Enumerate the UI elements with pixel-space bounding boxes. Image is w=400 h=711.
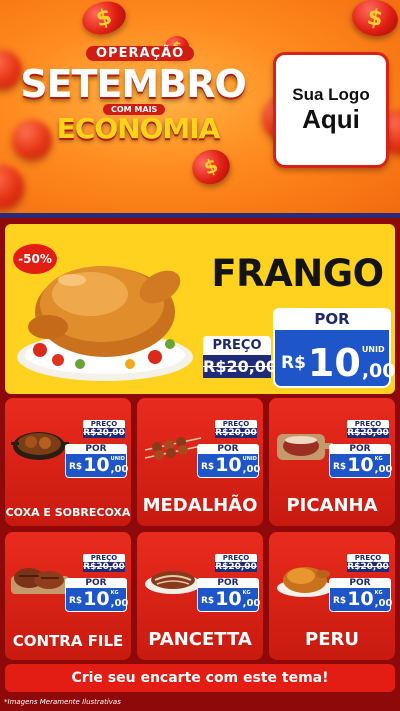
- hero-product-name: FRANGO: [211, 252, 384, 295]
- old-price: R$20,00: [203, 355, 278, 378]
- product-name: MEDALHÃO: [142, 495, 258, 516]
- old-price-box: PREÇO R$20,00: [347, 420, 389, 438]
- campaign-header: $ $ $ $ OPERAÇÃO SETEMBRO COM MAIS ECONO…: [0, 0, 400, 215]
- hero-offer: -50% FRANGO PREÇO R$20,00 POR R$ 10 UNID…: [5, 224, 395, 394]
- logo-line2: Aqui: [302, 104, 360, 135]
- new-price-box: POR R$ 10 UNID ,00: [65, 444, 128, 478]
- new-price-box: POR R$ 10 KG ,00: [65, 578, 128, 612]
- old-price-box: PREÇO R$20,00: [83, 554, 125, 572]
- product-name: PANCETTA: [148, 629, 252, 650]
- new-price-box: POR R$ 10 KG ,00: [329, 444, 392, 478]
- old-price-box: PREÇO R$20,00: [215, 554, 257, 572]
- cta-banner[interactable]: Crie seu encarte com este tema!: [5, 664, 395, 692]
- hero-old-price: PREÇO R$20,00: [203, 336, 278, 378]
- coin-icon: [0, 165, 24, 209]
- discount-badge: -50%: [13, 244, 57, 274]
- product-card: PREÇO R$20,00 POR R$ 10 KG ,00 PERU: [269, 532, 395, 660]
- old-price-box: PREÇO R$20,00: [215, 420, 257, 438]
- old-price-box: PREÇO R$20,00: [347, 554, 389, 572]
- product-name: COXA E SOBRECOXA: [5, 505, 131, 519]
- campaign-title-main: SETEMBRO: [20, 62, 247, 106]
- price-decimal: ,00: [361, 360, 395, 382]
- product-card: PREÇO R$20,00 POR R$ 10 UNID ,00 COXA E SOBR…: [5, 398, 131, 526]
- logo-line1: Sua Logo: [292, 85, 370, 105]
- disclaimer: *Imagens Meramente Ilustrativas: [4, 698, 121, 706]
- por-label: POR: [273, 308, 391, 330]
- new-price-box: POR R$ 10 UNID ,00: [197, 444, 260, 478]
- product-card: PREÇO R$20,00 POR R$ 10 UNID ,00 MEDALHÃO: [137, 398, 263, 526]
- divider: [0, 213, 400, 218]
- new-price-box: POR R$ 10 KG ,00: [329, 578, 392, 612]
- flyer-page: $ $ $ $ OPERAÇÃO SETEMBRO COM MAIS ECONO…: [0, 0, 400, 711]
- campaign-title-bottom: ECONOMIA: [56, 112, 221, 145]
- coin-icon: $: [78, 0, 130, 40]
- price-tag: R$ 10 UNID ,00: [273, 330, 395, 388]
- product-card: PREÇO R$20,00 POR R$ 10 KG ,00 PANCETTA: [137, 532, 263, 660]
- pancetta-image: [145, 571, 201, 594]
- preco-label: PREÇO: [203, 336, 271, 355]
- product-card: PREÇO R$20,00 POR R$ 10 KG ,00 PICANHA: [269, 398, 395, 526]
- hero-new-price: POR R$ 10 UNID ,00: [273, 308, 395, 388]
- product-card: PREÇO R$20,00 POR R$ 10 KG ,00 CONTRA FILE: [5, 532, 131, 660]
- price-unit: UNID: [361, 345, 385, 354]
- product-name: PERU: [305, 629, 359, 650]
- steak-image: [11, 568, 69, 594]
- logo-placeholder: Sua Logo Aqui: [273, 52, 389, 168]
- chicken-thighs-image: [11, 432, 69, 460]
- coin-icon: $: [349, 0, 400, 40]
- product-grid: PREÇO R$20,00 POR R$ 10 UNID ,00 COXA E SOBR…: [5, 398, 395, 660]
- picanha-image: [277, 434, 333, 460]
- campaign-title-top: OPERAÇÃO: [86, 46, 195, 61]
- product-name: CONTRA FILE: [12, 632, 124, 650]
- skewers-image: [144, 437, 202, 460]
- currency: R$: [281, 353, 306, 373]
- new-price-box: POR R$ 10 KG ,00: [197, 578, 260, 612]
- product-name: PICANHA: [286, 495, 378, 516]
- campaign-title: OPERAÇÃO SETEMBRO COM MAIS ECONOMIA: [8, 38, 258, 168]
- turkey-image: [277, 567, 333, 597]
- old-price-box: PREÇO R$20,00: [83, 420, 125, 438]
- price-integer: 10: [307, 341, 361, 385]
